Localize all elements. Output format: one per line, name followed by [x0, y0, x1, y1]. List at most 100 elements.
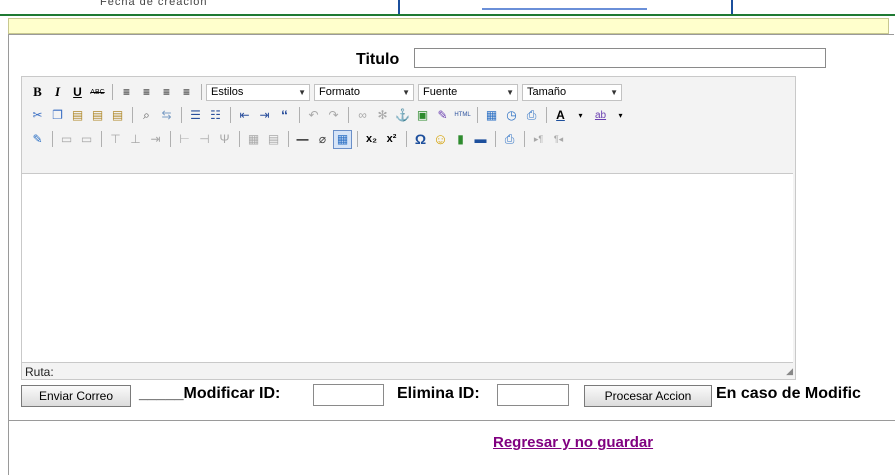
cleanup-icon[interactable]: ✎: [433, 106, 452, 125]
bold-button[interactable]: B: [28, 83, 47, 102]
toolbar-separator: [181, 107, 182, 123]
cut-header-text: Fecha de creacion: [100, 0, 208, 8]
toolbar-separator: [348, 107, 349, 123]
preview-icon[interactable]: ⎙: [522, 106, 541, 125]
toolbar-row-2: ✂ ❐ ▤ ▤ ▤ ⌕ ⇆ ☰ ☷ ⇤ ⇥ “ ↶ ↷ ∞ ✻ ⚓ ▣ ✎ HT…: [28, 104, 631, 126]
modify-id-input[interactable]: [313, 384, 384, 406]
toolbar-separator: [288, 131, 289, 147]
toolbar-separator: [52, 131, 53, 147]
layer-icon[interactable]: ▭: [57, 130, 76, 149]
align-justify-icon[interactable]: ≡: [177, 83, 196, 102]
delete-id-input[interactable]: [497, 384, 569, 406]
styles-select[interactable]: Estilos ▼: [206, 83, 310, 101]
rich-text-editor: B I U ABC ≡ ≡ ≡ ≡ Estilos ▼ Formato ▼ Fuen…: [21, 76, 796, 380]
insert-row-after-icon[interactable]: ⊥: [126, 130, 145, 149]
chevron-down-icon: ▼: [402, 87, 410, 97]
title-label: Titulo: [356, 51, 400, 68]
ltr-icon[interactable]: ▸¶: [529, 130, 548, 149]
toolbar-separator: [546, 107, 547, 123]
bullet-list-icon[interactable]: ☰: [186, 106, 205, 125]
remove-format-icon[interactable]: ⌀: [313, 130, 332, 149]
unlink-icon[interactable]: ✻: [373, 106, 392, 125]
rtl-icon[interactable]: ¶◂: [549, 130, 568, 149]
special-char-icon[interactable]: Ω: [411, 130, 430, 149]
emoticon-icon[interactable]: ☺: [431, 130, 450, 149]
process-action-button[interactable]: Procesar Accion: [584, 385, 712, 407]
paste-icon[interactable]: ▤: [68, 106, 87, 125]
size-select-label: Tamaño: [527, 86, 567, 98]
merge-cells-icon[interactable]: ▤: [264, 130, 283, 149]
align-left-icon[interactable]: ≡: [117, 83, 136, 102]
subscript-icon[interactable]: x₂: [362, 130, 381, 149]
layer-style-icon[interactable]: ▭: [77, 130, 96, 149]
anchor-icon[interactable]: ⚓: [393, 106, 412, 125]
editor-path-label: Ruta:: [25, 365, 54, 379]
align-right-icon[interactable]: ≡: [157, 83, 176, 102]
toolbar-separator: [477, 107, 478, 123]
numbered-list-icon[interactable]: ☷: [206, 106, 225, 125]
top-bar: Fecha de creacion: [0, 0, 895, 16]
title-input[interactable]: [414, 48, 826, 68]
font-select[interactable]: Fuente ▼: [418, 83, 518, 101]
advanced-hr-icon[interactable]: ▬: [471, 130, 490, 149]
toolbar-separator: [132, 107, 133, 123]
toolbar-row-3: ✎ ▭ ▭ ⊤ ⊥ ⇥ ⊢ ⊣ Ψ ▦ ▤ — ⌀ ▦ x₂ x² Ω ☺ ▮ …: [28, 128, 569, 150]
chevron-down-icon[interactable]: ▾: [611, 106, 630, 125]
redo-icon[interactable]: ↷: [324, 106, 343, 125]
superscript-icon[interactable]: x²: [382, 130, 401, 149]
italic-button[interactable]: I: [48, 83, 67, 102]
editor-content-area[interactable]: [22, 173, 793, 363]
delete-row-icon[interactable]: ⇥: [146, 130, 165, 149]
horizontal-rule-icon[interactable]: —: [293, 130, 312, 149]
chevron-down-icon[interactable]: ▾: [571, 106, 590, 125]
print-icon[interactable]: ⎙: [500, 130, 519, 149]
toolbar-separator: [524, 131, 525, 147]
toolbar-separator: [201, 84, 202, 100]
blockquote-icon[interactable]: “: [275, 106, 294, 125]
link-icon[interactable]: ∞: [353, 106, 372, 125]
insert-col-after-icon[interactable]: ⊣: [195, 130, 214, 149]
insert-col-before-icon[interactable]: ⊢: [175, 130, 194, 149]
back-without-saving-link[interactable]: Regresar y no guardar: [493, 434, 653, 451]
send-email-button[interactable]: Enviar Correo: [21, 385, 131, 407]
edit-form-icon[interactable]: ✎: [28, 130, 47, 149]
styles-select-label: Estilos: [211, 86, 244, 98]
chevron-down-icon: ▼: [298, 87, 306, 97]
insert-row-before-icon[interactable]: ⊤: [106, 130, 125, 149]
outdent-icon[interactable]: ⇤: [235, 106, 254, 125]
size-select[interactable]: Tamaño ▼: [522, 83, 622, 101]
chevron-down-icon: ▼: [610, 87, 618, 97]
find-icon[interactable]: ⌕: [137, 106, 156, 125]
insert-time-icon[interactable]: ◷: [502, 106, 521, 125]
toolbar-row-1: B I U ABC ≡ ≡ ≡ ≡ Estilos ▼ Formato ▼ Fuen…: [28, 81, 626, 103]
highlight-strip: [8, 18, 889, 34]
copy-icon[interactable]: ❐: [48, 106, 67, 125]
underline-button[interactable]: U: [68, 83, 87, 102]
format-select[interactable]: Formato ▼: [314, 83, 414, 101]
strikethrough-button[interactable]: ABC: [88, 83, 107, 102]
delete-col-icon[interactable]: Ψ: [215, 130, 234, 149]
toolbar-separator: [495, 131, 496, 147]
toolbar-separator: [170, 131, 171, 147]
indent-icon[interactable]: ⇥: [255, 106, 274, 125]
toolbar-separator: [239, 131, 240, 147]
media-icon[interactable]: ▮: [451, 130, 470, 149]
highlight-color-icon[interactable]: ab: [591, 106, 610, 125]
text-color-icon[interactable]: A: [551, 106, 570, 125]
undo-icon[interactable]: ↶: [304, 106, 323, 125]
replace-icon[interactable]: ⇆: [157, 106, 176, 125]
insert-date-icon[interactable]: ▦: [482, 106, 501, 125]
format-select-label: Formato: [319, 86, 360, 98]
cut-icon[interactable]: ✂: [28, 106, 47, 125]
font-select-label: Fuente: [423, 86, 458, 98]
split-cells-icon[interactable]: ▦: [244, 130, 263, 149]
table-icon[interactable]: ▦: [333, 129, 352, 149]
modify-note-text: En caso de Modific: [716, 385, 861, 402]
align-center-icon[interactable]: ≡: [137, 83, 156, 102]
image-icon[interactable]: ▣: [413, 106, 432, 125]
paste-word-icon[interactable]: ▤: [108, 106, 127, 125]
column-divider: [731, 0, 733, 14]
paste-text-icon[interactable]: ▤: [88, 106, 107, 125]
html-icon[interactable]: HTML: [453, 106, 472, 125]
resize-grip-icon[interactable]: ◢: [786, 366, 793, 377]
